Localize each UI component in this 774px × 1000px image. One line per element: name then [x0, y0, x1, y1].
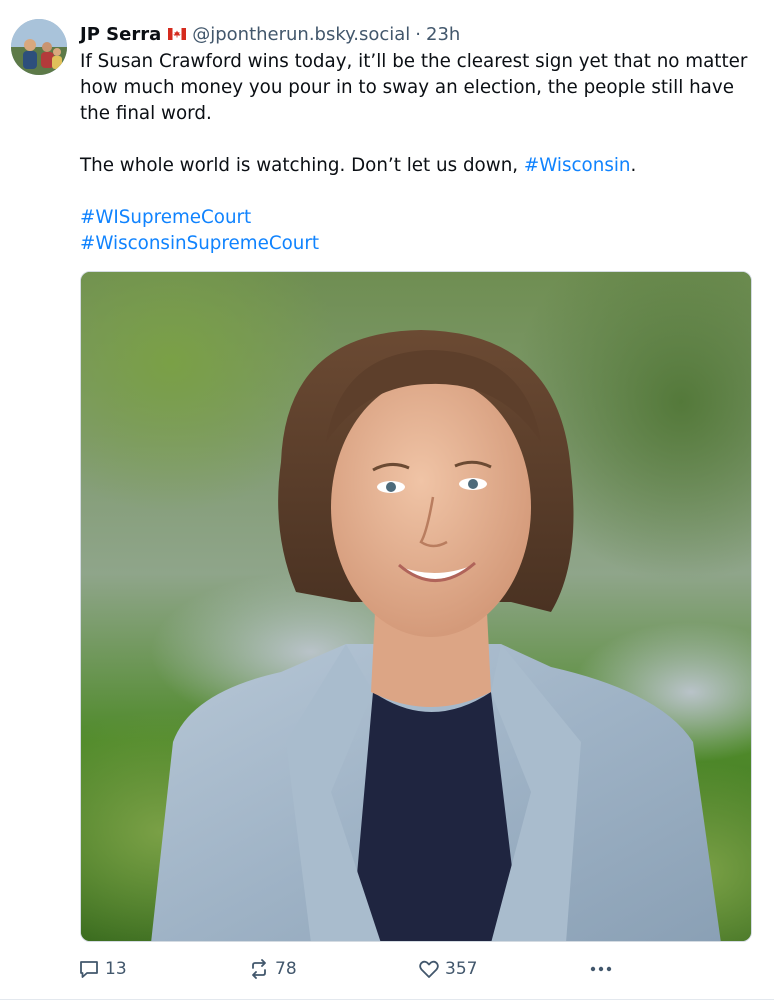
speech-bubble-icon: [80, 961, 98, 978]
post-image[interactable]: [80, 271, 752, 942]
like-button[interactable]: 357: [418, 956, 477, 982]
repost-button[interactable]: 78: [248, 956, 297, 982]
hashtag-wisconsinsupremecourt[interactable]: #WisconsinSupremeCourt: [80, 233, 319, 254]
more-options-button[interactable]: [588, 956, 619, 982]
post-timestamp[interactable]: 23h: [426, 24, 460, 45]
post-actions: 13 78 357: [78, 956, 618, 982]
repost-arrows-icon: [252, 959, 266, 979]
post-header: JP Serra @jpontherun.bsky.social · 23h: [80, 20, 460, 48]
post-paragraph-2-text: The whole world is watching. Don’t let u…: [80, 155, 524, 176]
ellipsis-icon: [590, 966, 612, 972]
author-handle[interactable]: @jpontherun.bsky.social: [192, 24, 410, 45]
reply-button[interactable]: 13: [78, 956, 127, 982]
post[interactable]: JP Serra @jpontherun.bsky.social · 23h I…: [0, 0, 774, 1000]
repost-count: 78: [275, 959, 297, 979]
author-avatar[interactable]: [11, 19, 67, 75]
hashtag-wisconsin[interactable]: #Wisconsin: [524, 155, 631, 176]
author-display-name[interactable]: JP Serra: [80, 24, 161, 45]
post-paragraph-1: If Susan Crawford wins today, it’ll be t…: [80, 51, 748, 124]
like-count: 357: [445, 959, 478, 979]
hashtag-list: #WISupremeCourt #WisconsinSupremeCourt: [80, 205, 760, 257]
separator-dot: ·: [415, 23, 422, 45]
heart-icon: [419, 960, 439, 978]
reply-count: 13: [105, 959, 127, 979]
post-paragraph-2: The whole world is watching. Don’t let u…: [80, 153, 760, 179]
canada-flag-icon: [168, 28, 187, 40]
post-paragraph-2-suffix: .: [630, 155, 637, 176]
hashtag-wisupremecourt[interactable]: #WISupremeCourt: [80, 207, 251, 228]
post-text: If Susan Crawford wins today, it’ll be t…: [80, 49, 760, 257]
